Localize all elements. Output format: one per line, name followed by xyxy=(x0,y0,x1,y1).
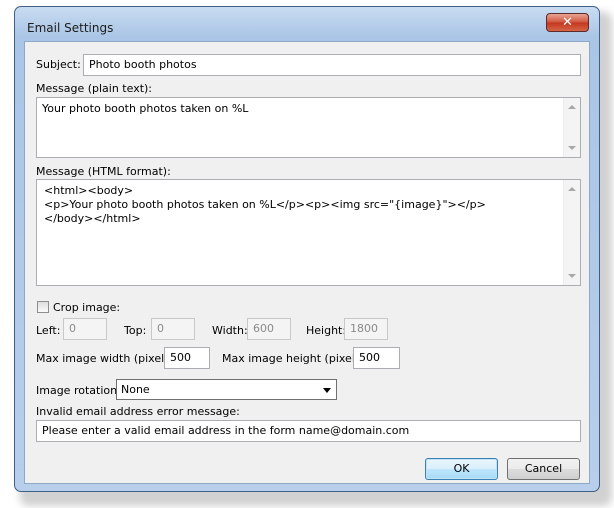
email-settings-window: Email Settings ✕ Subject: Photo booth ph… xyxy=(14,6,600,492)
scroll-down-arrow-icon[interactable] xyxy=(568,146,576,150)
crop-height-input[interactable]: 1800 xyxy=(344,318,388,340)
close-button[interactable]: ✕ xyxy=(546,13,589,32)
rotation-selected-value: None xyxy=(121,383,150,396)
crop-top-input[interactable]: 0 xyxy=(151,318,195,340)
message-plain-label: Message (plain text): xyxy=(36,82,153,95)
message-html-text: <html><body> <p>Your photo booth photos … xyxy=(44,184,486,225)
crop-width-label: Width: xyxy=(212,324,248,337)
message-plain-text: Your photo booth photos taken on %L xyxy=(42,102,249,115)
window-title: Email Settings xyxy=(27,21,114,35)
cancel-button[interactable]: Cancel xyxy=(507,458,580,480)
invalid-email-input[interactable]: Please enter a valid email address in th… xyxy=(36,420,581,442)
ok-button[interactable]: OK xyxy=(425,458,498,480)
crop-width-input[interactable]: 600 xyxy=(247,318,291,340)
chevron-down-icon xyxy=(323,388,331,393)
crop-left-input[interactable]: 0 xyxy=(63,318,107,340)
crop-height-label: Height: xyxy=(306,324,347,337)
scroll-up-arrow-icon[interactable] xyxy=(568,187,576,191)
message-html-label: Message (HTML format): xyxy=(36,165,171,178)
message-html-scrollbar[interactable] xyxy=(563,180,580,285)
rotation-select[interactable]: None xyxy=(116,379,337,400)
title-bar[interactable]: Email Settings ✕ xyxy=(15,7,599,45)
rotation-label: Image rotation: xyxy=(36,384,121,397)
message-plain-textarea[interactable]: Your photo booth photos taken on %L xyxy=(36,97,581,158)
subject-label: Subject: xyxy=(36,58,81,71)
scroll-down-arrow-icon[interactable] xyxy=(568,274,576,278)
crop-image-label: Crop image: xyxy=(53,301,121,314)
subject-input[interactable]: Photo booth photos xyxy=(83,54,581,76)
scroll-up-arrow-icon[interactable] xyxy=(568,105,576,109)
max-width-input[interactable]: 500 xyxy=(164,347,210,369)
message-plain-scrollbar[interactable] xyxy=(563,98,580,157)
message-html-textarea[interactable]: <html><body> <p>Your photo booth photos … xyxy=(36,179,581,286)
max-height-label: Max image height (pixels): xyxy=(222,352,369,365)
dialog-client-area: Subject: Photo booth photos Message (pla… xyxy=(24,41,590,484)
max-height-input[interactable]: 500 xyxy=(353,347,400,369)
crop-left-label: Left: xyxy=(36,324,61,337)
crop-top-label: Top: xyxy=(124,324,147,337)
crop-image-checkbox[interactable] xyxy=(37,301,49,313)
close-icon: ✕ xyxy=(562,15,573,30)
max-width-label: Max image width (pixels): xyxy=(36,352,178,365)
invalid-email-label: Invalid email address error message: xyxy=(36,405,240,418)
